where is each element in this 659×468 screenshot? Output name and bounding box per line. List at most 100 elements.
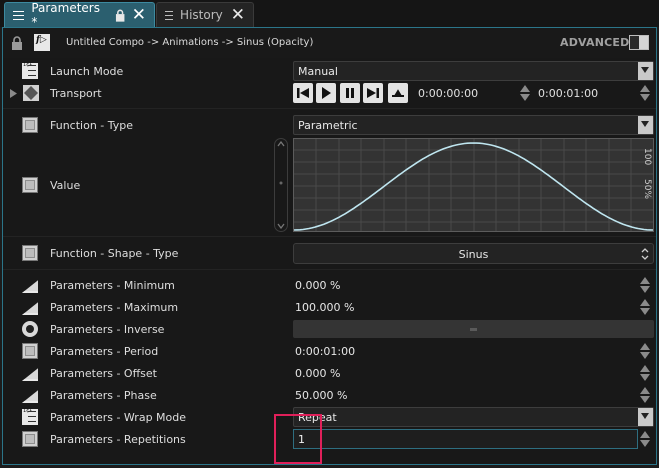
period-stepper[interactable]: [638, 342, 652, 360]
expand-arrow-icon[interactable]: [10, 89, 17, 98]
skip-to-end-button[interactable]: [363, 83, 383, 103]
row-transport: Transport 0:00:00:00 0:00:01:00: [3, 82, 656, 104]
ramp-icon: [22, 368, 38, 381]
value-scrollbar[interactable]: [274, 138, 288, 232]
ramp-icon: [22, 302, 38, 315]
parameter-icon: [22, 343, 38, 359]
play-button[interactable]: [316, 83, 336, 103]
value-label: Value: [50, 179, 81, 192]
graph-mid-label: 50%: [642, 179, 652, 199]
parameter-icon: [22, 117, 38, 133]
loop-mode-button[interactable]: [388, 83, 408, 103]
chevron-down-icon[interactable]: [277, 223, 285, 229]
function-type-dropdown[interactable]: Parametric: [293, 115, 654, 135]
repetitions-stepper[interactable]: [638, 430, 652, 448]
maximum-stepper[interactable]: [638, 298, 652, 316]
highlight-box: [274, 414, 322, 464]
repetitions-label: Parameters - Repetitions: [50, 433, 186, 446]
keyframe-icon: [23, 85, 39, 101]
function-shape-type-value: Sinus: [458, 248, 489, 261]
inverse-label: Parameters - Inverse: [50, 323, 165, 336]
wrap-mode-dropdown[interactable]: Repeat: [293, 407, 654, 427]
pause-icon: [346, 88, 354, 98]
row-inverse: Parameters - Inverse: [3, 318, 656, 340]
launch-mode-dropdown[interactable]: Manual: [293, 61, 654, 81]
transport-label: Transport: [50, 87, 102, 100]
period-label: Parameters - Period: [50, 345, 159, 358]
function-icon: f▷: [34, 34, 50, 51]
row-offset: Parameters - Offset 0.000 %: [3, 362, 656, 384]
skip-to-start-button[interactable]: [293, 83, 313, 103]
transport-time-end[interactable]: 0:00:01:00: [538, 87, 598, 100]
ramp-icon: [22, 280, 38, 293]
panel-header: f▷ Untitled Compo -> Animations -> Sinus…: [3, 28, 656, 58]
list-icon: [22, 63, 38, 79]
dropdown-arrow-icon[interactable]: [638, 62, 653, 80]
phase-value[interactable]: 50.000 %: [295, 389, 347, 402]
row-wrap-mode: Parameters - Wrap Mode Repeat: [3, 406, 656, 428]
graph-top-label: 100: [642, 148, 652, 165]
advanced-toggle[interactable]: [629, 35, 649, 50]
time-start-stepper[interactable]: [518, 84, 532, 102]
value-curve-graph[interactable]: 100 50%: [293, 138, 654, 232]
phase-label: Parameters - Phase: [50, 389, 157, 402]
dropdown-arrow-icon[interactable]: [638, 408, 653, 426]
parameter-icon: [22, 245, 38, 261]
maximum-value[interactable]: 100.000 %: [295, 301, 354, 314]
row-launch-mode: Launch Mode Manual: [3, 60, 656, 82]
time-end-stepper[interactable]: [638, 84, 652, 102]
lock-icon[interactable]: [115, 9, 125, 22]
advanced-label: ADVANCED: [560, 36, 630, 49]
row-period: Parameters - Period 0:00:01:00: [3, 340, 656, 362]
close-icon[interactable]: ✕: [132, 6, 146, 24]
row-repetitions: Parameters - Repetitions 1: [3, 428, 656, 450]
tab-parameters[interactable]: Parameters * ✕: [4, 1, 155, 29]
close-icon[interactable]: ✕: [231, 6, 245, 24]
function-type-label: Function - Type: [50, 119, 134, 132]
function-shape-type-selector[interactable]: Sinus: [293, 243, 654, 264]
row-function-type: Function - Type Parametric: [3, 114, 656, 136]
dropdown-arrow-icon[interactable]: [638, 116, 653, 134]
minimum-stepper[interactable]: [638, 276, 652, 294]
parameters-panel: f▷ Untitled Compo -> Animations -> Sinus…: [2, 27, 657, 465]
lock-icon[interactable]: [11, 36, 23, 50]
loop-mode-icon: [392, 89, 404, 97]
parameter-icon: [22, 431, 38, 447]
menu-icon[interactable]: [13, 10, 25, 20]
tab-parameters-label: Parameters *: [31, 1, 100, 29]
scroll-thumb-icon[interactable]: [279, 181, 283, 185]
row-function-shape-type: Function - Shape - Type Sinus: [3, 242, 656, 264]
row-phase: Parameters - Phase 50.000 %: [3, 384, 656, 406]
transport-time-start[interactable]: 0:00:00:00: [418, 87, 478, 100]
minimum-label: Parameters - Minimum: [50, 279, 175, 292]
up-down-chevron-icon[interactable]: [641, 248, 649, 260]
repetitions-input[interactable]: 1: [293, 429, 638, 449]
chevron-up-icon[interactable]: [277, 141, 285, 147]
offset-stepper[interactable]: [638, 364, 652, 382]
wrap-mode-label: Parameters - Wrap Mode: [50, 411, 187, 424]
sinus-curve-plot: 100 50%: [293, 139, 654, 231]
phase-stepper[interactable]: [638, 386, 652, 404]
inverse-toggle[interactable]: [293, 320, 654, 338]
maximum-label: Parameters - Maximum: [50, 301, 179, 314]
skip-start-icon: [297, 88, 309, 98]
tab-history[interactable]: History ✕: [156, 2, 254, 27]
divider: [3, 269, 656, 270]
toggle-icon: [22, 321, 38, 337]
period-value[interactable]: 0:00:01:00: [295, 345, 355, 358]
ramp-icon: [22, 390, 38, 403]
skip-end-icon: [367, 88, 379, 98]
launch-mode-value: Manual: [298, 65, 338, 78]
minimum-value[interactable]: 0.000 %: [295, 279, 340, 292]
offset-value[interactable]: 0.000 %: [295, 367, 340, 380]
breadcrumb: Untitled Compo -> Animations -> Sinus (O…: [66, 37, 314, 48]
row-maximum: Parameters - Maximum 100.000 %: [3, 296, 656, 318]
offset-label: Parameters - Offset: [50, 367, 157, 380]
menu-icon[interactable]: [165, 10, 174, 20]
divider: [3, 108, 656, 109]
row-minimum: Parameters - Minimum 0.000 %: [3, 274, 656, 296]
tab-bar: Parameters * ✕ History ✕: [0, 0, 659, 29]
tab-history-label: History: [180, 8, 223, 22]
pause-button[interactable]: [340, 83, 360, 103]
divider: [3, 236, 656, 237]
